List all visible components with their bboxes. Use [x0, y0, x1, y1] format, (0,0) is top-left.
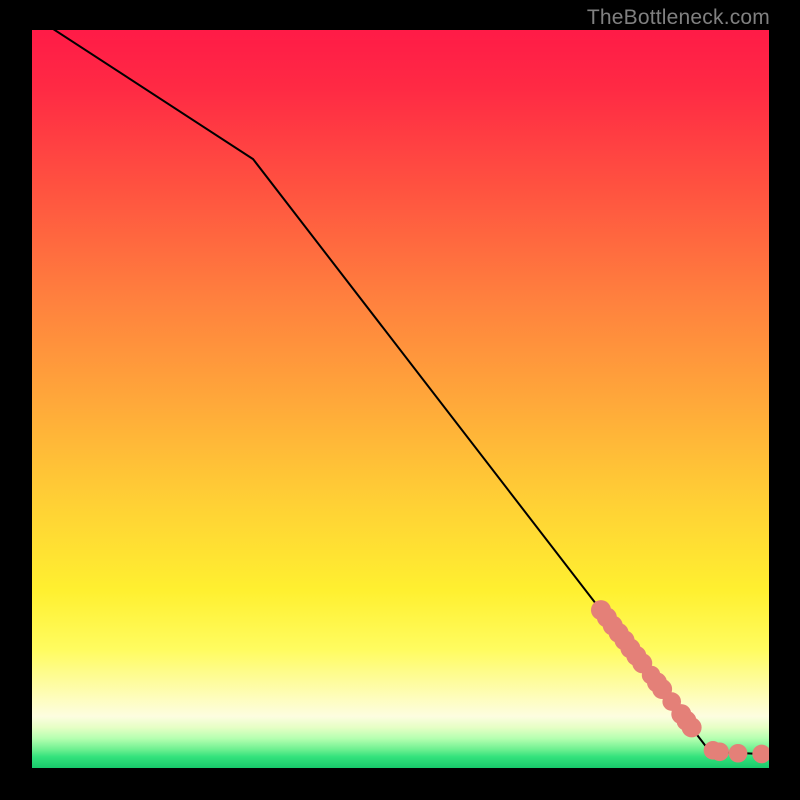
chart-trend-line — [32, 30, 762, 754]
chart-markers — [591, 600, 769, 763]
chart-svg — [32, 30, 769, 768]
chart-marker — [682, 717, 702, 737]
chart-marker — [710, 742, 729, 761]
chart-marker — [752, 745, 769, 764]
watermark-text: TheBottleneck.com — [587, 6, 770, 30]
chart-marker — [729, 744, 748, 763]
chart-plot-area — [32, 30, 769, 768]
